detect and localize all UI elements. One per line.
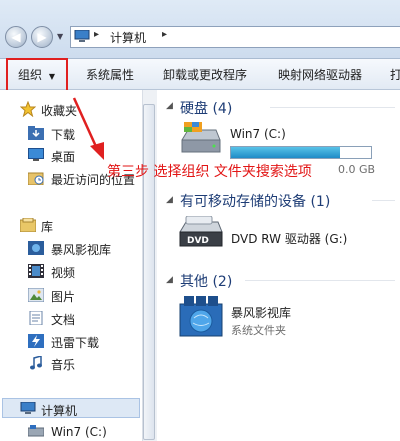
sidebar-item-lib-4[interactable]: 迅雷下载 (51, 334, 99, 351)
sidebar-item-computer[interactable]: 计算机 (41, 402, 77, 419)
favorites-star-icon (19, 100, 37, 120)
hard-disks-group-header[interactable]: 硬盘 (4) (180, 98, 232, 118)
forward-arrow-icon: ▶ (37, 30, 47, 44)
drive-c-space-text: 0.0 GB (338, 163, 376, 176)
computer-nav-icon (20, 401, 36, 418)
breadcrumb-computer[interactable]: 计算机 (110, 29, 146, 46)
baofeng-library-icon (28, 241, 44, 258)
group-collapse-icon[interactable]: ◢ (166, 101, 173, 111)
drive-c-capacity-fill (231, 147, 340, 158)
computer-icon (74, 29, 90, 43)
baofeng-library-name[interactable]: 暴风影视库 (231, 304, 291, 321)
dvd-drive-icon: DVD (178, 215, 224, 259)
breadcrumb-arrow[interactable]: ▸ (162, 29, 167, 40)
hard-drive-icon (180, 122, 222, 165)
removable-group-header[interactable]: 有可移动存储的设备 (1) (180, 191, 330, 211)
sidebar-item-win7[interactable]: Win7 (C:) (51, 425, 107, 439)
baofeng-library-type: 系统文件夹 (231, 324, 286, 337)
group-collapse-icon-3[interactable]: ◢ (166, 275, 173, 285)
sidebar-item-lib-3[interactable]: 文档 (51, 311, 75, 328)
map-network-drive-button[interactable]: 映射网络驱动器 (278, 66, 362, 83)
group-divider-3 (245, 280, 395, 281)
video-icon (28, 264, 44, 281)
group-collapse-icon-2[interactable]: ◢ (166, 195, 173, 205)
back-button[interactable]: ◀ (5, 26, 27, 48)
annotation-arrow (72, 97, 104, 160)
libraries-icon (19, 217, 37, 235)
drive-c-nav-icon (27, 425, 45, 440)
forward-button[interactable]: ▶ (31, 26, 53, 48)
uninstall-program-button[interactable]: 卸载或更改程序 (163, 66, 247, 83)
sidebar-item-lib-0[interactable]: 暴风影视库 (51, 241, 111, 258)
thunder-download-icon (28, 334, 44, 351)
download-folder-icon (28, 126, 44, 143)
recent-places-icon (27, 171, 44, 188)
desktop-icon (28, 148, 44, 165)
dvd-drive-label[interactable]: DVD RW 驱动器 (G:) (231, 230, 347, 247)
drive-c-name[interactable]: Win7 (C:) (230, 127, 286, 141)
sidebar-item-libraries[interactable]: 库 (41, 218, 53, 235)
sidebar-item-lib-5[interactable]: 音乐 (51, 356, 75, 373)
pictures-icon (27, 287, 45, 305)
system-properties-button[interactable]: 系统属性 (86, 66, 134, 83)
open-control-panel-button[interactable]: 打 (390, 66, 400, 83)
music-icon (28, 355, 44, 373)
sidebar-item-lib-2[interactable]: 图片 (51, 288, 75, 305)
group-divider (270, 107, 395, 108)
nav-scroll-thumb[interactable] (143, 104, 155, 440)
breadcrumb-separator[interactable]: ▸ (94, 29, 99, 40)
svg-text:DVD: DVD (187, 236, 209, 246)
documents-icon (28, 310, 44, 328)
baofeng-library-large-icon (178, 294, 224, 341)
other-group-header[interactable]: 其他 (2) (180, 271, 232, 291)
sidebar-item-lib-1[interactable]: 视频 (51, 264, 75, 281)
history-dropdown-icon[interactable]: ▼ (57, 32, 63, 41)
annotation-text: 第三步 选择组织 文件夹搜索选项 (107, 164, 312, 180)
group-divider-2 (372, 200, 395, 201)
back-arrow-icon: ◀ (11, 30, 21, 44)
